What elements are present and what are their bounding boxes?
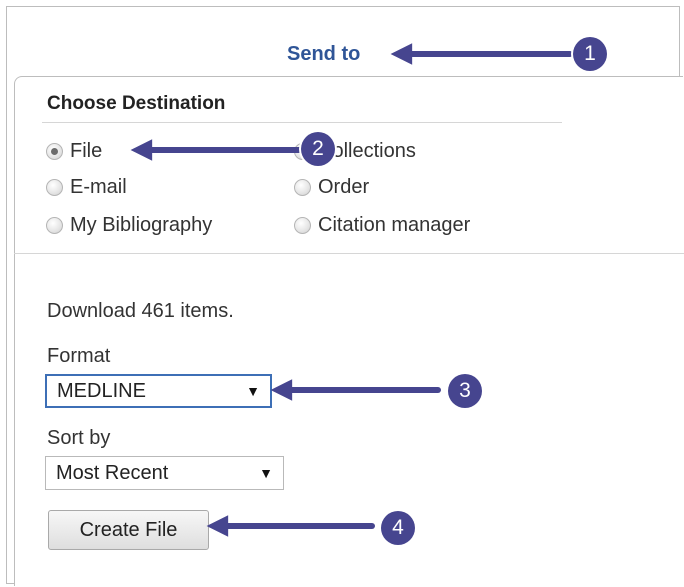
radio-checked-icon[interactable] (46, 143, 63, 160)
sort-select-value: Most Recent (56, 461, 169, 484)
download-summary: Download 461 items. (47, 300, 234, 322)
step-badge-2: 2 (301, 132, 335, 166)
radio-label-my-bibliography: My Bibliography (70, 214, 213, 236)
title-divider (42, 122, 562, 123)
step-badge-3: 3 (448, 374, 482, 408)
step-badge-1: 1 (573, 37, 607, 71)
chevron-down-icon: ▼ (259, 465, 273, 481)
step-badge-4: 4 (381, 511, 415, 545)
format-select-value: MEDLINE (57, 379, 146, 402)
radio-option-email[interactable]: E-mail (46, 176, 127, 199)
radio-unchecked-icon[interactable] (294, 179, 311, 196)
format-select[interactable]: MEDLINE ▼ (45, 374, 272, 408)
radio-option-my-bibliography[interactable]: My Bibliography (46, 214, 212, 237)
radio-unchecked-icon[interactable] (294, 217, 311, 234)
radio-option-file[interactable]: File (46, 140, 102, 163)
create-file-button[interactable]: Create File (48, 510, 209, 550)
radio-label-order: Order (318, 176, 370, 198)
radio-option-order[interactable]: Order (294, 176, 369, 199)
radio-unchecked-icon[interactable] (46, 217, 63, 234)
radio-unchecked-icon[interactable] (46, 179, 63, 196)
radio-label-file: File (70, 140, 103, 162)
chevron-down-icon: ▼ (246, 383, 260, 399)
sort-by-select[interactable]: Most Recent ▼ (45, 456, 284, 490)
section-divider (14, 253, 684, 254)
radio-option-citation-manager[interactable]: Citation manager (294, 214, 470, 237)
sort-by-label: Sort by (47, 427, 111, 449)
format-label: Format (47, 345, 111, 367)
choose-destination-title: Choose Destination (47, 93, 226, 114)
radio-label-citation-manager: Citation manager (318, 214, 471, 236)
send-to-link[interactable]: Send to (287, 43, 360, 66)
radio-label-email: E-mail (70, 176, 127, 198)
